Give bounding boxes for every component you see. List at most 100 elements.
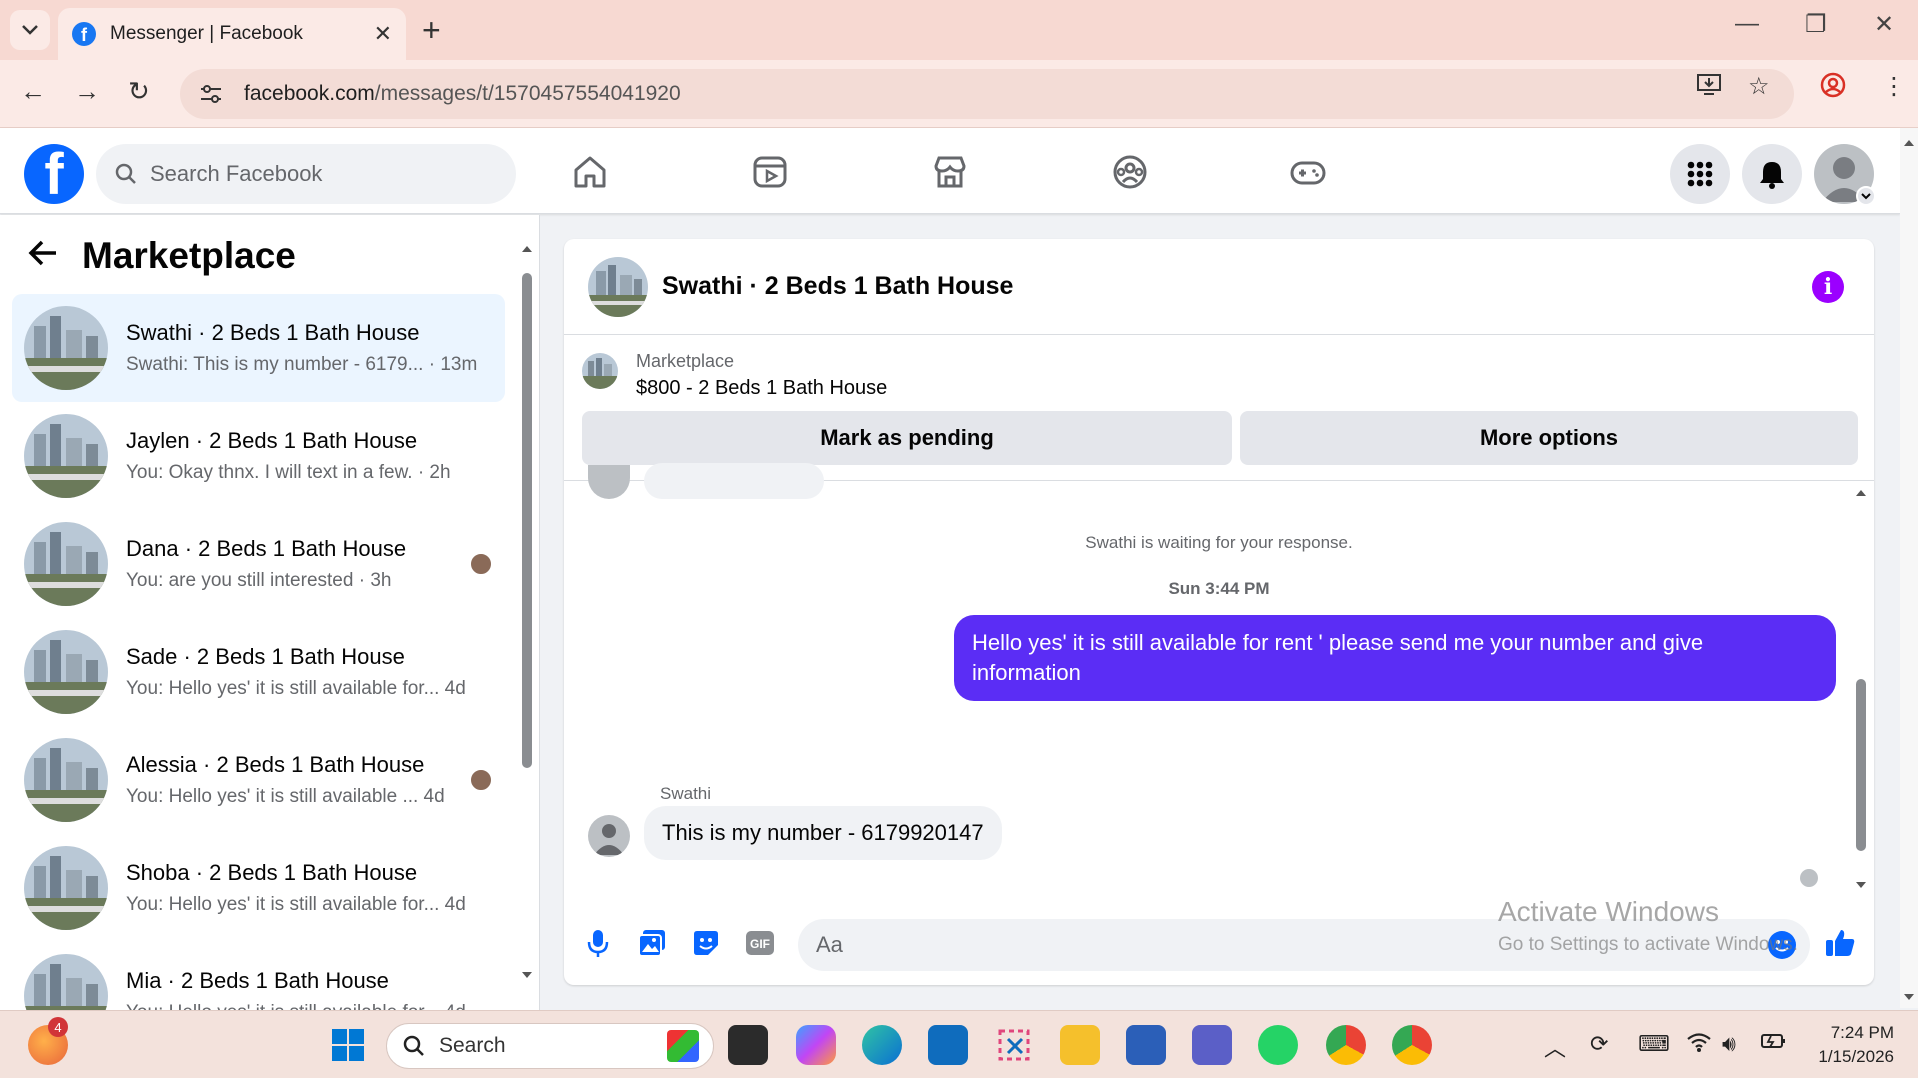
- install-app-icon[interactable]: [1696, 72, 1722, 103]
- microphone-icon[interactable]: [578, 923, 618, 963]
- snipping-tool-icon[interactable]: [994, 1025, 1034, 1065]
- restore-icon[interactable]: ❐: [1805, 10, 1827, 39]
- battery-icon[interactable]: [1760, 1031, 1786, 1057]
- browser-tab-messenger[interactable]: f Messenger | Facebook ✕: [58, 8, 406, 60]
- incoming-sender-name: Swathi: [660, 784, 712, 803]
- chat-scrollbar[interactable]: [1854, 481, 1868, 901]
- sticker-icon[interactable]: [686, 923, 726, 963]
- file-explorer-icon[interactable]: [1060, 1025, 1100, 1065]
- facebook-search[interactable]: [96, 144, 516, 204]
- conversation-thumbnail: [24, 630, 108, 714]
- back-arrow-icon[interactable]: [28, 237, 58, 276]
- gaming-icon[interactable]: [1284, 148, 1332, 196]
- thumbs-up-icon[interactable]: [1820, 923, 1860, 963]
- windows-start-icon[interactable]: [328, 1025, 368, 1065]
- minimize-icon[interactable]: —: [1735, 10, 1759, 38]
- conversation-text: Swathi · 2 Beds 1 Bath House Swathi: This…: [126, 320, 477, 376]
- listing-source: Marketplace: [636, 351, 735, 371]
- chrome-profile-icon[interactable]: [1392, 1025, 1432, 1065]
- chat-scroll-thumb[interactable]: [1856, 679, 1866, 851]
- chrome-icon[interactable]: [1326, 1025, 1366, 1065]
- facebook-favicon-icon: f: [72, 22, 96, 46]
- new-tab-button[interactable]: +: [422, 12, 441, 49]
- forward-arrow-icon[interactable]: →: [74, 76, 100, 107]
- incoming-sender-avatar[interactable]: [588, 815, 630, 857]
- watermark-line2: Go to Settings to activate Windows.: [1498, 934, 1798, 955]
- marketplace-icon[interactable]: [926, 148, 974, 196]
- conversation-item[interactable]: Dana · 2 Beds 1 Bath House You: are you s…: [12, 510, 505, 618]
- site-info-icon[interactable]: [198, 81, 224, 107]
- conversation-thumbnail: [24, 414, 108, 498]
- tray-overflow-icon[interactable]: ︿: [1544, 1031, 1566, 1063]
- sidebar-scroll-thumb[interactable]: [522, 273, 532, 768]
- gif-icon[interactable]: GIF: [740, 923, 780, 963]
- conversation-item[interactable]: Sade · 2 Beds 1 Bath House You: Hello yes…: [12, 618, 505, 726]
- bookmark-star-icon[interactable]: ☆: [1748, 72, 1770, 101]
- search-icon: [403, 1035, 424, 1056]
- conversation-item[interactable]: Mia · 2 Beds 1 Bath House You: Hello yes'…: [12, 942, 505, 1010]
- url-path: /messages/t/1570457554041920: [374, 82, 681, 105]
- incoming-message-bubble[interactable]: This is my number - 6179920147: [644, 806, 1002, 860]
- system-clock[interactable]: 7:24 PM 1/15/2026: [1818, 1021, 1894, 1069]
- watermark-line1: Activate Windows: [1498, 896, 1719, 927]
- window-close-icon[interactable]: ✕: [1874, 10, 1894, 39]
- copilot-icon[interactable]: [796, 1025, 836, 1065]
- facebook-search-input[interactable]: [150, 161, 480, 187]
- task-view-icon[interactable]: [728, 1025, 768, 1065]
- conversation-item[interactable]: Shoba · 2 Beds 1 Bath House You: Hello ye…: [12, 834, 505, 942]
- rubiks-cube-icon: [667, 1030, 699, 1062]
- previous-message-bubble[interactable]: [644, 463, 824, 499]
- info-icon[interactable]: i: [1812, 271, 1844, 303]
- url-text: facebook.com/messages/t/1570457554041920: [244, 82, 681, 106]
- page-scrollbar[interactable]: [1900, 128, 1918, 1008]
- chat-title[interactable]: Swathi · 2 Beds 1 Bath House: [662, 272, 1013, 301]
- photo-icon[interactable]: [632, 923, 672, 963]
- reload-icon[interactable]: ↻: [128, 76, 150, 107]
- conversation-preview: Swathi: This is my number - 6179... · 13…: [126, 354, 478, 375]
- profile-icon[interactable]: [1820, 72, 1846, 105]
- back-arrow-icon[interactable]: ←: [20, 76, 46, 107]
- address-bar[interactable]: facebook.com/messages/t/1570457554041920: [180, 69, 1794, 119]
- sync-icon[interactable]: ⟳: [1590, 1031, 1608, 1057]
- edge-icon[interactable]: [862, 1025, 902, 1065]
- browser-menu-icon[interactable]: ⋮: [1882, 72, 1906, 101]
- browser-tab-strip: f Messenger | Facebook ✕ + — ❐ ✕: [0, 0, 1918, 60]
- previous-sender-avatar: [588, 465, 630, 499]
- tab-search-dropdown[interactable]: [10, 10, 50, 50]
- tab-close-icon[interactable]: ✕: [374, 21, 392, 47]
- conversation-item[interactable]: Alessia · 2 Beds 1 Bath House You: Hello …: [12, 726, 505, 834]
- whatsapp-icon[interactable]: [1258, 1025, 1298, 1065]
- mark-as-pending-button[interactable]: Mark as pending: [582, 411, 1232, 465]
- more-options-button[interactable]: More options: [1240, 411, 1858, 465]
- menu-grid-icon[interactable]: [1670, 144, 1730, 204]
- volume-icon[interactable]: 🔊︎: [1722, 1031, 1736, 1057]
- sidebar-title: Marketplace: [82, 235, 296, 276]
- teams-icon[interactable]: [1192, 1025, 1232, 1065]
- home-icon[interactable]: [566, 148, 614, 196]
- conversation-avatar[interactable]: [588, 256, 648, 317]
- wifi-icon[interactable]: [1686, 1031, 1712, 1059]
- keyboard-icon[interactable]: ⌨: [1638, 1031, 1670, 1057]
- video-icon[interactable]: [746, 148, 794, 196]
- account-chevron-icon[interactable]: [1856, 186, 1876, 206]
- groups-icon[interactable]: [1106, 148, 1154, 196]
- notifications-bell-icon[interactable]: [1742, 144, 1802, 204]
- clock-time: 7:24 PM: [1830, 1023, 1894, 1042]
- message-thread: Swathi is waiting for your response. Sun…: [564, 463, 1874, 901]
- outlook-icon[interactable]: [928, 1025, 968, 1065]
- conversation-name: Shoba · 2 Beds 1 Bath House: [126, 860, 418, 885]
- facebook-logo-icon[interactable]: f: [24, 144, 84, 204]
- conversation-preview: You: Hello yes' it is still available fo…: [126, 1002, 466, 1010]
- conversation-name: Jaylen · 2 Beds 1 Bath House: [126, 428, 418, 453]
- outgoing-message-bubble[interactable]: Hello yes' it is still available for ren…: [954, 615, 1836, 701]
- conversation-item[interactable]: Swathi · 2 Beds 1 Bath House Swathi: This…: [12, 294, 505, 402]
- sidebar-scrollbar[interactable]: [520, 243, 534, 983]
- microsoft-store-icon[interactable]: [1126, 1025, 1166, 1065]
- listing-thumbnail[interactable]: [582, 353, 618, 389]
- search-icon: [115, 163, 136, 184]
- conversation-thumbnail: [24, 954, 108, 1010]
- conversation-thumbnail: [24, 522, 108, 606]
- conversation-item[interactable]: Jaylen · 2 Beds 1 Bath House You: Okay th…: [12, 402, 505, 510]
- taskbar-search[interactable]: Search: [386, 1023, 714, 1069]
- listing-price[interactable]: $800 - 2 Beds 1 Bath House: [636, 377, 887, 400]
